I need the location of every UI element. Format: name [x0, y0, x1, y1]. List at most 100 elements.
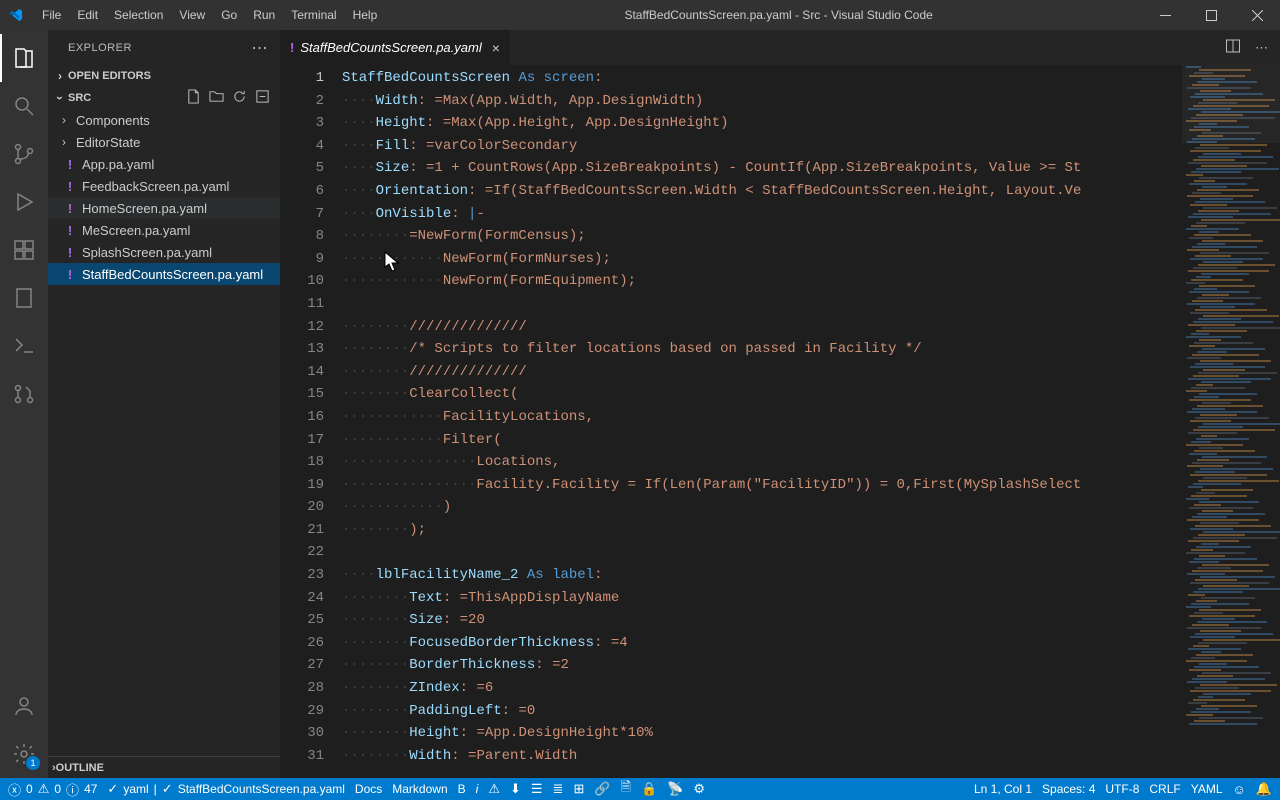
status-cursor-pos[interactable]: Ln 1, Col 1	[974, 782, 1032, 796]
minimap[interactable]	[1182, 65, 1280, 778]
menu-file[interactable]: File	[34, 0, 69, 30]
menu-help[interactable]: Help	[345, 0, 386, 30]
code-area[interactable]: StaffBedCountsScreen As screen:····Width…	[342, 65, 1182, 778]
activity-explorer[interactable]	[0, 34, 48, 82]
menu-selection[interactable]: Selection	[106, 0, 171, 30]
activity-account[interactable]	[0, 682, 48, 730]
yaml-file-icon: !	[62, 223, 78, 238]
status-feedback-icon[interactable]: ☺	[1233, 782, 1246, 797]
menu-view[interactable]: View	[171, 0, 213, 30]
warning-icon: ⚠	[38, 781, 50, 797]
status-bell-icon[interactable]: 🔔	[1256, 781, 1272, 797]
status-eol[interactable]: CRLF	[1149, 782, 1180, 796]
folder-editorstate[interactable]: › EditorState	[48, 131, 280, 153]
menu-run[interactable]: Run	[245, 0, 283, 30]
status-file-icon[interactable]: 🗎	[621, 778, 631, 800]
activity-search[interactable]	[0, 82, 48, 130]
editor-tabs: ! StaffBedCountsScreen.pa.yaml × ⋯	[280, 30, 1280, 65]
yaml-file-icon: !	[62, 245, 78, 260]
split-editor-icon[interactable]	[1225, 38, 1241, 57]
collapse-icon[interactable]	[255, 89, 270, 107]
more-icon[interactable]: ⋯	[1255, 40, 1268, 56]
file-item[interactable]: !App.pa.yaml	[48, 153, 280, 175]
file-label: SplashScreen.pa.yaml	[82, 245, 212, 260]
activitybar: 1	[0, 30, 48, 778]
eol-label: CRLF	[1149, 782, 1180, 796]
close-button[interactable]	[1234, 0, 1280, 30]
b-label: B	[458, 782, 466, 796]
minimize-button[interactable]	[1142, 0, 1188, 30]
activity-run-debug[interactable]	[0, 178, 48, 226]
status-warn-2[interactable]: ⚠	[488, 781, 500, 797]
maximize-button[interactable]	[1188, 0, 1234, 30]
menu-go[interactable]: Go	[213, 0, 245, 30]
status-indent-icon[interactable]: ≣	[553, 781, 564, 797]
line-gutter: 1234567891011121314151617181920212223242…	[280, 65, 342, 778]
status-spaces[interactable]: Spaces: 4	[1042, 782, 1095, 796]
encoding-label: UTF-8	[1105, 782, 1139, 796]
activity-git-pulls[interactable]	[0, 370, 48, 418]
file-label: StaffBedCountsScreen.pa.yaml	[82, 267, 263, 282]
tab-active[interactable]: ! StaffBedCountsScreen.pa.yaml ×	[280, 30, 511, 65]
vscode-logo-icon	[8, 7, 24, 23]
status-list-icon[interactable]: ☰	[531, 781, 543, 797]
check-icon: ✓	[162, 781, 173, 797]
status-i[interactable]: i	[476, 782, 479, 796]
gear-badge: 1	[26, 756, 40, 770]
activity-settings[interactable]: 1	[0, 730, 48, 778]
status-lock-icon[interactable]: 🔒	[641, 781, 657, 797]
root-folder-label: SRC	[68, 92, 91, 104]
refresh-icon[interactable]	[232, 89, 247, 107]
status-b[interactable]: B	[458, 782, 466, 796]
activity-source-control[interactable]	[0, 130, 48, 178]
activity-extensions[interactable]	[0, 226, 48, 274]
section-outline[interactable]: › OUTLINE	[48, 756, 280, 778]
file-item[interactable]: !FeedbackScreen.pa.yaml	[48, 175, 280, 197]
status-encoding[interactable]: UTF-8	[1105, 782, 1139, 796]
activity-bookmark[interactable]	[0, 274, 48, 322]
error-count: 0	[26, 782, 33, 796]
folder-components[interactable]: › Components	[48, 109, 280, 131]
section-open-editors[interactable]: › OPEN EDITORS	[48, 65, 280, 87]
status-broadcast-icon[interactable]: 📡	[667, 781, 683, 797]
chevron-right-icon: ›	[52, 69, 68, 83]
sidebar-more-icon[interactable]: ⋯	[252, 38, 269, 58]
menu-terminal[interactable]: Terminal	[283, 0, 344, 30]
status-yaml[interactable]: ✓ yaml | ✓ StaffBedCountsScreen.pa.yaml	[107, 781, 345, 797]
info-count: 47	[84, 782, 97, 796]
folder-label: Components	[76, 113, 150, 128]
info-icon: ⓘ	[66, 780, 79, 799]
window-title: StaffBedCountsScreen.pa.yaml - Src - Vis…	[385, 8, 1142, 22]
status-markdown[interactable]: Markdown	[392, 782, 447, 796]
file-label: App.pa.yaml	[82, 157, 154, 172]
status-down-icon[interactable]: ⬇	[510, 781, 521, 797]
status-add-icon[interactable]: ⊞	[573, 781, 584, 797]
check-icon: ✓	[107, 781, 118, 797]
yaml-file-icon: !	[290, 40, 294, 55]
file-tree: › Components › EditorState !App.pa.yaml!…	[48, 109, 280, 756]
status-link-icon[interactable]: 🔗	[594, 781, 610, 797]
outline-label: OUTLINE	[56, 762, 104, 774]
markdown-label: Markdown	[392, 782, 447, 796]
menu-edit[interactable]: Edit	[69, 0, 106, 30]
file-item[interactable]: ! SplashScreen.pa.yaml	[48, 241, 280, 263]
status-language[interactable]: YAML	[1191, 782, 1223, 796]
file-item[interactable]: !HomeScreen.pa.yaml	[48, 197, 280, 219]
window-controls	[1142, 0, 1280, 30]
status-gear-icon[interactable]: ⚙	[693, 781, 705, 797]
file-label: FeedbackScreen.pa.yaml	[82, 179, 229, 194]
minimap-viewport[interactable]	[1182, 65, 1280, 143]
file-item[interactable]: !MeScreen.pa.yaml	[48, 219, 280, 241]
file-icon: 🗎	[621, 778, 631, 800]
filepath-label: StaffBedCountsScreen.pa.yaml	[178, 782, 345, 796]
section-root[interactable]: › SRC	[48, 87, 280, 109]
error-icon: ⓧ	[8, 780, 21, 799]
activity-terminal-icon[interactable]	[0, 322, 48, 370]
new-file-icon[interactable]	[186, 89, 201, 107]
file-item[interactable]: !StaffBedCountsScreen.pa.yaml	[48, 263, 280, 285]
status-docs[interactable]: Docs	[355, 782, 382, 796]
close-icon[interactable]: ×	[492, 40, 500, 56]
editor-body[interactable]: 1234567891011121314151617181920212223242…	[280, 65, 1280, 778]
status-problems[interactable]: ⓧ0 ⚠0 ⓘ47	[8, 780, 97, 799]
new-folder-icon[interactable]	[209, 89, 224, 107]
